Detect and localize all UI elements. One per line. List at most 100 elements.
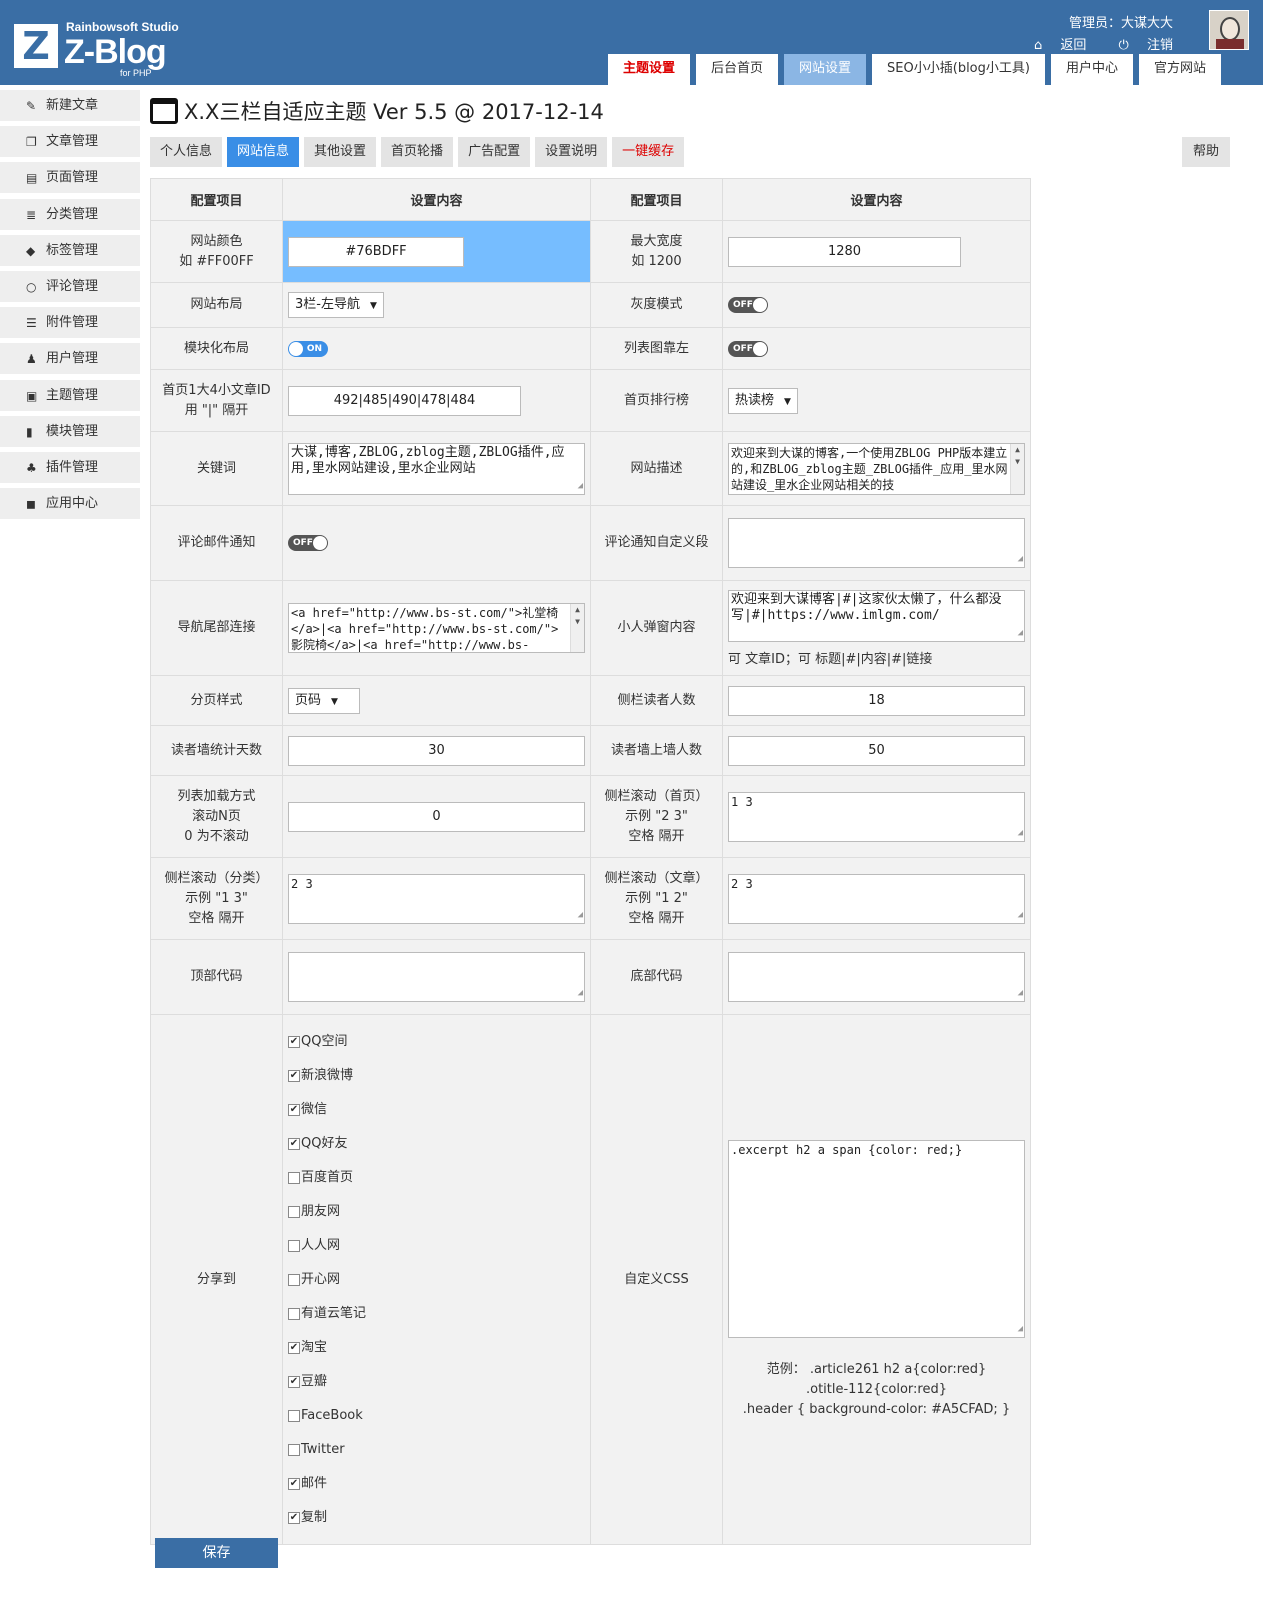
share-option[interactable]: Twitter (288, 1433, 585, 1467)
tab-dashboard[interactable]: 后台首页 (696, 54, 779, 85)
share-option[interactable]: FaceBook (288, 1399, 585, 1433)
sidebar-item-app-center[interactable]: ◼ 应用中心 (0, 488, 140, 520)
tab-one-click-cache[interactable]: 一键缓存 (612, 137, 685, 167)
share-option[interactable]: ✔ 淘宝 (288, 1331, 585, 1365)
home-ids-input[interactable]: 492|485|490|478|484 (288, 385, 521, 416)
share-option[interactable]: 百度首页 (288, 1161, 585, 1195)
list-image-left-toggle[interactable]: OFF (728, 340, 768, 357)
description-textarea[interactable]: 欢迎来到大谋的博客,一个使用ZBLOG PHP版本建立的,和ZBLOG_zblo… (728, 442, 1025, 495)
save-button[interactable]: 保存 (155, 1538, 278, 1568)
back-link[interactable]: ⌂ 返回 (1020, 38, 1086, 53)
sidebar: ✎ 新建文章 ❐ 文章管理 ▤ 页面管理 ≣ 分类管理 ◆ 标签管理 ○ 评论管理 ☰ 附件管… (0, 90, 140, 524)
top-code-textarea[interactable]: ◢ (288, 952, 585, 1002)
sidebar-item-categories[interactable]: ≣ 分类管理 (0, 199, 140, 231)
sidebar-item-pages[interactable]: ▤ 页面管理 (0, 162, 140, 194)
tab-ad-config[interactable]: 广告配置 (458, 137, 531, 167)
share-option[interactable]: ✔ 豆瓣 (288, 1365, 585, 1399)
documents-icon: ❐ (26, 135, 37, 149)
wall-days-input[interactable]: 30 (288, 735, 585, 766)
wall-count-input[interactable]: 50 (728, 735, 1025, 766)
checkbox[interactable]: ✔ (288, 1477, 300, 1490)
tab-personal-info[interactable]: 个人信息 (150, 137, 223, 167)
checkbox[interactable] (288, 1409, 300, 1422)
checkbox[interactable]: ✔ (288, 1341, 300, 1354)
sidebar-item-modules[interactable]: ▮ 模块管理 (0, 416, 140, 448)
tab-other-settings[interactable]: 其他设置 (304, 137, 377, 167)
power-icon: ⏻ (1118, 38, 1129, 53)
share-option[interactable]: ✔ 微信 (288, 1093, 585, 1127)
checkbox[interactable] (288, 1273, 300, 1286)
sidebar-item-posts[interactable]: ❐ 文章管理 (0, 126, 140, 158)
custom-css-label: 自定义CSS (590, 1014, 723, 1545)
bottom-code-textarea[interactable]: ◢ (728, 952, 1025, 1002)
share-option[interactable]: ✔ 复制 (288, 1501, 585, 1535)
sidebar-readers-input[interactable]: 18 (728, 685, 1025, 716)
share-option[interactable]: 有道云笔记 (288, 1297, 585, 1331)
help-button[interactable]: 帮助 (1181, 137, 1230, 167)
keywords-textarea[interactable]: 大谋,博客,ZBLOG,zblog主题,ZBLOG插件,应用,里水网站建设,里水… (288, 442, 585, 495)
checkbox[interactable]: ✔ (288, 1035, 300, 1048)
avatar[interactable] (1209, 10, 1249, 50)
checkbox[interactable]: ✔ (288, 1137, 300, 1150)
logout-label: 注销 (1146, 38, 1173, 53)
nav-footer-textarea[interactable]: <a href="http://www.bs-st.com/">礼堂椅</a>|… (288, 603, 585, 653)
list-load-input[interactable]: 0 (288, 801, 585, 832)
comment-mail-toggle[interactable]: OFF (288, 535, 328, 551)
modular-layout-toggle[interactable]: ON (288, 340, 328, 357)
checkbox[interactable]: ✔ (288, 1103, 300, 1116)
sidebar-item-attachments[interactable]: ☰ 附件管理 (0, 307, 140, 339)
layout-select[interactable]: 3栏-左导航 ▼ (288, 292, 384, 318)
pagination-select[interactable]: 页码 ▼ (288, 687, 360, 714)
popup-textarea[interactable]: 欢迎来到大谋博客|#|这家伙太懒了，什么都没写|#|https://www.im… (728, 589, 1025, 642)
logout-link[interactable]: ⏻ 注销 (1105, 38, 1173, 53)
checkbox[interactable]: ✔ (288, 1511, 300, 1524)
sidebar-item-comments[interactable]: ○ 评论管理 (0, 271, 140, 303)
share-option[interactable]: ✔ 邮件 (288, 1467, 585, 1501)
sidebar-item-plugins[interactable]: ♣ 插件管理 (0, 452, 140, 484)
scrollbar[interactable]: ▲ ▼ (1010, 443, 1024, 494)
sidebar-item-themes[interactable]: ▣ 主题管理 (0, 380, 140, 412)
wall-days-label: 读者墙统计天数 (150, 725, 283, 776)
checkbox[interactable] (288, 1307, 300, 1320)
checkbox[interactable]: ✔ (288, 1375, 300, 1388)
tab-user-center[interactable]: 用户中心 (1050, 54, 1133, 85)
tab-theme-settings[interactable]: 主题设置 (608, 54, 691, 85)
sidebar-item-tags[interactable]: ◆ 标签管理 (0, 235, 140, 267)
checkbox[interactable]: ✔ (288, 1069, 300, 1082)
checkbox[interactable] (288, 1171, 300, 1184)
comment-custom-textarea[interactable]: ◢ (728, 518, 1025, 568)
scrollbar[interactable]: ▲ ▼ (570, 604, 584, 652)
scroll-post-label: 侧栏滚动（文章） 示例 "1 2" 空格 隔开 (590, 857, 723, 940)
tab-site-info[interactable]: 网站信息 (227, 137, 300, 167)
sidebar-item-label: 评论管理 (46, 279, 99, 294)
checkbox[interactable] (288, 1205, 300, 1218)
scroll-category-textarea[interactable]: 2 3 ◢ (288, 873, 585, 924)
home-rank-select[interactable]: 热读榜 ▼ (728, 387, 798, 414)
tag-icon: ◆ (26, 244, 36, 258)
admin-label: 管理员：大谋大大 (1068, 16, 1173, 31)
zblog-logo[interactable]: Z Rainbowsoft Studio Z-Blog for PHP (12, 14, 202, 80)
tab-home-carousel[interactable]: 首页轮播 (381, 137, 454, 167)
custom-css-textarea[interactable]: .excerpt h2 a span {color: red;} ◢ (728, 1139, 1025, 1338)
checkbox[interactable] (288, 1443, 300, 1456)
sidebar-item-users[interactable]: ♟ 用户管理 (0, 343, 140, 375)
share-option[interactable]: ✔ 新浪微博 (288, 1059, 585, 1093)
tab-seo-plugin[interactable]: SEO小小插(blog小工具) (872, 54, 1045, 85)
tab-site-settings[interactable]: 网站设置 (784, 54, 867, 85)
share-option[interactable]: 人人网 (288, 1229, 585, 1263)
gray-mode-toggle[interactable]: OFF (728, 297, 768, 313)
share-option[interactable]: ✔ QQ好友 (288, 1127, 585, 1161)
site-color-input[interactable]: #76BDFF (288, 236, 464, 267)
share-option[interactable]: ✔ QQ空间 (288, 1025, 585, 1059)
scroll-post-textarea[interactable]: 2 3 ◢ (728, 873, 1025, 924)
tab-official-site[interactable]: 官方网站 (1138, 54, 1221, 85)
checkbox[interactable] (288, 1239, 300, 1252)
sidebar-item-new-post[interactable]: ✎ 新建文章 (0, 90, 140, 122)
share-option[interactable]: 开心网 (288, 1263, 585, 1297)
layout-label: 网站布局 (150, 282, 283, 328)
wall-count-label: 读者墙上墙人数 (590, 725, 723, 776)
share-option[interactable]: 朋友网 (288, 1195, 585, 1229)
scroll-home-textarea[interactable]: 1 3 ◢ (728, 791, 1025, 842)
tab-settings-help[interactable]: 设置说明 (535, 137, 608, 167)
max-width-input[interactable]: 1280 (728, 236, 961, 267)
